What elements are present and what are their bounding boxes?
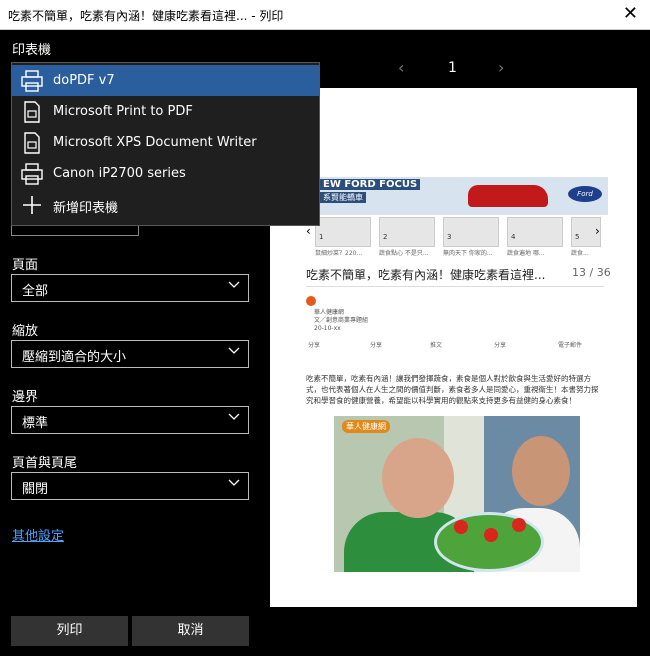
- chevron-down-icon: [228, 347, 240, 354]
- printer-option-canon[interactable]: Canon iP2700 series: [12, 158, 319, 189]
- header-footer-select-value: 關閉: [22, 482, 49, 497]
- thumb-caption: 無肉天下 你家的...: [443, 250, 493, 257]
- article-photo: 華人健康網: [334, 416, 580, 572]
- add-printer-option[interactable]: 新增印表機: [12, 189, 319, 220]
- page-count: 13 / 36: [572, 266, 611, 279]
- header-footer-label: 頁首與頁尾: [12, 456, 78, 471]
- thumbnail: 3: [443, 217, 499, 247]
- chevron-down-icon: [228, 413, 240, 420]
- printer-option-dopdf[interactable]: doPDF v7: [12, 65, 319, 96]
- add-printer-label: 新增印表機: [53, 201, 119, 216]
- title-bar: 吃素不簡單，吃素有內涵！健康吃素看這裡... - 列印 ✕: [0, 0, 650, 30]
- printer-option-label: Microsoft XPS Document Writer: [53, 135, 257, 150]
- printer-icon: [21, 163, 43, 185]
- thumbnail: 2: [379, 217, 435, 247]
- share-item: 推文: [430, 342, 443, 349]
- banner-title: EW FORD FOCUS: [320, 179, 421, 190]
- author-avatar: [306, 296, 316, 306]
- banner-subtitle: 系賢能轎車: [320, 192, 366, 203]
- window-title: 吃素不簡單，吃素有內涵！健康吃素看這裡... - 列印: [8, 9, 284, 23]
- margins-select[interactable]: 標準: [11, 406, 249, 434]
- thumb-caption: 鼠細炒菜？220...: [315, 250, 363, 257]
- more-settings-link[interactable]: 其他設定: [12, 525, 64, 544]
- prev-page-icon[interactable]: ‹: [398, 58, 404, 77]
- printer-option-label: Canon iP2700 series: [53, 166, 186, 181]
- share-item: 分享: [494, 342, 507, 349]
- pages-select[interactable]: 全部: [11, 274, 249, 302]
- printer-label: 印表機: [12, 43, 52, 58]
- thumbnail: 4: [507, 217, 563, 247]
- share-item: 分享: [308, 342, 321, 349]
- printer-option-label: doPDF v7: [53, 73, 115, 88]
- author-info: 華人健康網 文／創意商業專題組 20-10-xx: [314, 309, 369, 332]
- scale-select-value: 壓縮到適合的大小: [22, 350, 127, 365]
- print-button[interactable]: 列印: [11, 616, 128, 646]
- scale-label: 縮放: [12, 324, 39, 339]
- divider: [306, 286, 604, 287]
- chevron-down-icon: [228, 281, 240, 288]
- thumb-caption: 蔬食點心 不是只...: [379, 250, 429, 257]
- thumb-caption: 蔬食遍地 哪...: [507, 250, 545, 257]
- ad-banner: EW FORD FOCUS 系賢能轎車 Ford: [318, 177, 608, 215]
- page-number: 1: [448, 60, 457, 76]
- document-printer-icon: [24, 101, 40, 123]
- share-item: 電子郵件: [558, 342, 583, 349]
- scale-select[interactable]: 壓縮到適合的大小: [11, 340, 249, 368]
- share-item: 分享: [370, 342, 383, 349]
- next-page-icon[interactable]: ›: [498, 58, 504, 77]
- document-printer-icon: [24, 132, 40, 154]
- printer-icon: [21, 70, 43, 92]
- thumb-next-icon: ›: [595, 224, 600, 238]
- printer-dropdown[interactable]: doPDF v7 Microsoft Print to PDF Microsof…: [11, 62, 320, 226]
- chevron-down-icon: [228, 479, 240, 486]
- share-bar: 分享 分享 推文 分享 電子郵件: [308, 340, 606, 350]
- printer-option-ms-pdf[interactable]: Microsoft Print to PDF: [12, 96, 319, 127]
- photo-watermark: 華人健康網: [342, 420, 390, 433]
- article-body: 吃素不簡單，吃素有內涵！讓我們發揮蔬食，素食是個人對於飲食與生活愛好的特選方式，…: [306, 374, 599, 405]
- printer-option-xps[interactable]: Microsoft XPS Document Writer: [12, 127, 319, 158]
- margins-label: 邊界: [12, 390, 39, 405]
- pages-label: 頁面: [12, 258, 39, 273]
- car-image: [468, 185, 548, 207]
- pages-select-value: 全部: [22, 284, 49, 299]
- thumbnail-strip: 1 2 3 4 5 鼠細炒菜？220... 蔬食點心 不是只... 無肉天下 你…: [308, 217, 608, 257]
- thumbnail: 1: [315, 217, 371, 247]
- article-headline: 吃素不簡單，吃素有內涵！健康吃素看這裡...: [306, 268, 546, 282]
- thumb-caption: 蔬食...: [571, 250, 589, 257]
- preview-panel: ‹ 1 › EW FORD FOCUS 系賢能轎車 Ford ‹ 1 2 3 4…: [262, 30, 650, 656]
- cancel-button[interactable]: 取消: [132, 616, 249, 646]
- preview-page: EW FORD FOCUS 系賢能轎車 Ford ‹ 1 2 3 4 5 鼠細炒…: [270, 88, 637, 607]
- margins-select-value: 標準: [22, 416, 49, 431]
- close-icon[interactable]: ✕: [623, 3, 638, 24]
- plus-icon: [23, 196, 41, 214]
- printer-option-label: Microsoft Print to PDF: [53, 104, 193, 119]
- header-footer-select[interactable]: 關閉: [11, 472, 249, 500]
- ford-logo: Ford: [568, 186, 602, 202]
